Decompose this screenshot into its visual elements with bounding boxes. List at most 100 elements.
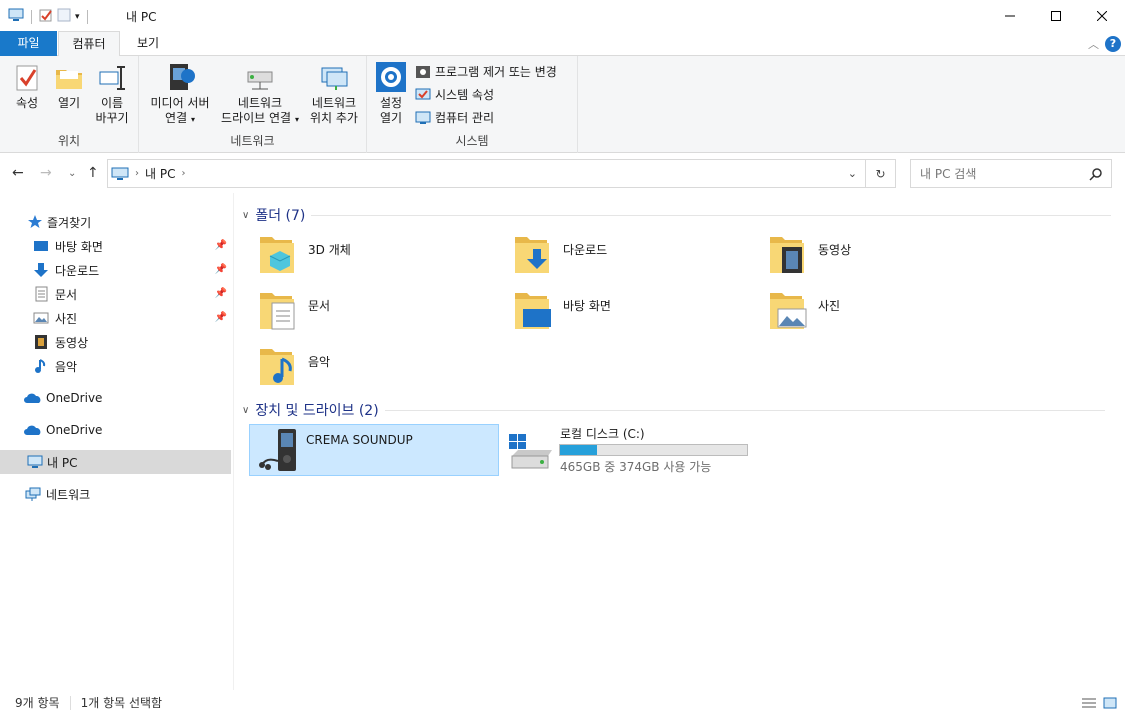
refresh-icon: ↻ bbox=[875, 166, 886, 181]
status-bar: 9개 항목 1개 항목 선택함 bbox=[0, 690, 1125, 715]
properties-label: 속성 bbox=[15, 96, 39, 110]
devices-section-header[interactable]: ∨ 장치 및 드라이브 (2) bbox=[242, 400, 1105, 420]
network-drive-icon bbox=[247, 71, 273, 90]
ribbon-group-system: 설정 열기 프로그램 제거 또는 변경 시스템 속성 컴퓨터 관리 시스템 bbox=[367, 56, 578, 153]
sidebar-label: 네트워크 bbox=[46, 487, 91, 502]
pin-icon: 📌 bbox=[214, 312, 227, 323]
properties-icon bbox=[16, 65, 38, 91]
tab-file[interactable]: 파일 bbox=[0, 31, 57, 56]
uninstall-icon bbox=[416, 65, 430, 78]
breadcrumb-chevron-icon[interactable]: › bbox=[181, 168, 185, 179]
new-folder-icon[interactable] bbox=[57, 8, 71, 25]
sidebar-label: 다운로드 bbox=[55, 263, 100, 278]
system-properties-button[interactable]: 시스템 속성 bbox=[415, 86, 494, 103]
onedrive-icon bbox=[24, 393, 41, 403]
dropdown-arrow-icon: ▾ bbox=[190, 115, 195, 124]
sidebar-item-documents[interactable]: 문서 📌 bbox=[0, 282, 231, 306]
onedrive-icon bbox=[24, 425, 41, 435]
search-input[interactable] bbox=[920, 166, 1090, 181]
help-icon[interactable]: ? bbox=[1105, 36, 1121, 52]
sidebar-label: 즐겨찾기 bbox=[47, 215, 92, 230]
content-pane: ∨ 폴더 (7) 3D 개체 다운로드 동영상 문서 바탕 화면 사진 음악 ∨… bbox=[236, 193, 1125, 690]
uninstall-program-button[interactable]: 프로그램 제거 또는 변경 bbox=[415, 63, 557, 80]
sidebar-item-videos[interactable]: 동영상 bbox=[0, 330, 231, 354]
pin-icon: 📌 bbox=[214, 240, 227, 251]
device-label: CREMA SOUNDUP bbox=[306, 433, 413, 447]
folders-section-header[interactable]: ∨ 폴더 (7) bbox=[242, 205, 1112, 225]
desktop-folder-icon bbox=[515, 293, 551, 329]
device-crema-soundup[interactable]: CREMA SOUNDUP bbox=[249, 424, 499, 476]
sidebar-item-downloads[interactable]: 다운로드 📌 bbox=[0, 258, 231, 282]
folder-music[interactable]: 음악 bbox=[258, 345, 508, 395]
folder-pictures[interactable]: 사진 bbox=[768, 289, 1018, 339]
search-box[interactable] bbox=[910, 159, 1112, 188]
tab-computer[interactable]: 컴퓨터 bbox=[58, 31, 120, 57]
open-settings-button[interactable]: 설정 열기 bbox=[373, 62, 409, 126]
properties-icon[interactable] bbox=[39, 8, 53, 25]
large-icons-view-icon[interactable] bbox=[1103, 697, 1117, 709]
maximize-button[interactable] bbox=[1033, 0, 1079, 31]
close-button[interactable] bbox=[1079, 0, 1125, 31]
details-view-icon[interactable] bbox=[1081, 697, 1097, 709]
downloads-folder-icon bbox=[515, 237, 549, 273]
tab-view[interactable]: 보기 bbox=[122, 31, 174, 56]
pin-icon: 📌 bbox=[214, 288, 227, 299]
star-icon bbox=[28, 215, 42, 228]
media-server-button[interactable]: 미디어 서버 연결 ▾ bbox=[145, 62, 215, 127]
sidebar-item-onedrive-2[interactable]: OneDrive bbox=[0, 418, 231, 442]
sidebar-label: 사진 bbox=[55, 311, 78, 326]
recent-locations-icon[interactable]: ⌄ bbox=[68, 168, 76, 179]
open-button[interactable]: 열기 bbox=[50, 62, 88, 111]
music-icon bbox=[35, 359, 46, 373]
address-dropdown-icon[interactable]: ⌄ bbox=[848, 167, 857, 180]
sidebar-item-desktop[interactable]: 바탕 화면 📌 bbox=[0, 234, 231, 258]
computer-icon bbox=[27, 455, 43, 468]
group-label-network: 네트워크 bbox=[230, 134, 275, 148]
title-bar: ▾ 내 PC bbox=[0, 0, 1125, 31]
folder-3d-objects[interactable]: 3D 개체 bbox=[258, 233, 508, 283]
up-arrow-icon[interactable]: ↑ bbox=[87, 165, 99, 181]
sidebar-item-this-pc[interactable]: 내 PC bbox=[0, 450, 231, 474]
computer-management-button[interactable]: 컴퓨터 관리 bbox=[415, 109, 494, 126]
minimize-button[interactable] bbox=[987, 0, 1033, 31]
refresh-button[interactable]: ↻ bbox=[866, 159, 896, 188]
network-icon bbox=[25, 487, 41, 501]
collapse-ribbon-icon[interactable]: ︿ bbox=[1088, 36, 1099, 52]
address-bar[interactable]: › 내 PC › ⌄ bbox=[107, 159, 866, 188]
computer-icon bbox=[111, 167, 129, 180]
sidebar-item-network[interactable]: 네트워크 bbox=[0, 482, 231, 506]
add-network-location-button[interactable]: 네트워크 위치 추가 bbox=[305, 62, 363, 126]
minimize-icon bbox=[1005, 15, 1015, 16]
folder-desktop[interactable]: 바탕 화면 bbox=[513, 289, 763, 339]
customize-dropdown-icon[interactable]: ▾ bbox=[75, 12, 80, 22]
folder-videos[interactable]: 동영상 bbox=[768, 233, 1018, 283]
rename-label-line1: 이름 bbox=[100, 96, 124, 110]
sidebar-item-onedrive-1[interactable]: OneDrive bbox=[0, 386, 231, 410]
media-server-icon bbox=[170, 64, 195, 90]
window-title: 내 PC bbox=[126, 10, 157, 24]
settings-label-line2: 열기 bbox=[379, 111, 403, 125]
forward-arrow-icon[interactable]: → bbox=[40, 165, 52, 181]
folder-downloads[interactable]: 다운로드 bbox=[513, 233, 763, 283]
section-divider bbox=[311, 214, 1112, 216]
uninstall-label: 프로그램 제거 또는 변경 bbox=[435, 65, 557, 79]
network-location-icon bbox=[321, 67, 348, 90]
drive-local-disk-c[interactable]: 로컬 디스크 (C:) 465GB 중 374GB 사용 가능 bbox=[504, 424, 754, 476]
drive-label: 로컬 디스크 (C:) bbox=[560, 427, 645, 441]
media-server-label-line1: 미디어 서버 bbox=[150, 96, 210, 110]
folder-open-icon bbox=[56, 70, 82, 89]
videos-folder-icon bbox=[770, 237, 804, 273]
map-network-drive-button[interactable]: 네트워크 드라이브 연결 ▾ bbox=[215, 62, 305, 127]
status-separator bbox=[69, 695, 71, 710]
sidebar-item-pictures[interactable]: 사진 📌 bbox=[0, 306, 231, 330]
breadcrumb-this-pc[interactable]: 내 PC bbox=[145, 165, 175, 182]
sidebar-item-quick-access[interactable]: 즐겨찾기 bbox=[0, 210, 231, 234]
back-arrow-icon[interactable]: ← bbox=[12, 165, 24, 181]
breadcrumb-chevron-icon[interactable]: › bbox=[135, 168, 139, 179]
drive-usage-bar bbox=[559, 444, 748, 456]
documents-folder-icon bbox=[260, 293, 295, 330]
sidebar-item-music[interactable]: 음악 bbox=[0, 354, 231, 378]
folder-documents[interactable]: 문서 bbox=[258, 289, 508, 339]
properties-button[interactable]: 속성 bbox=[8, 62, 46, 111]
rename-button[interactable]: 이름 바꾸기 bbox=[92, 62, 132, 126]
